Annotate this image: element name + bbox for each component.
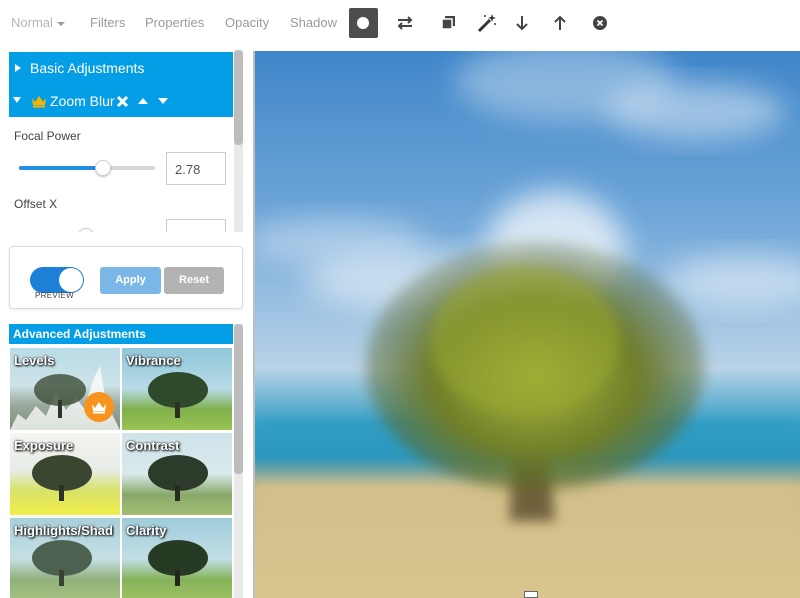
thumbnail-label: Exposure: [14, 438, 74, 453]
focal-power-fill: [19, 166, 103, 170]
close-circle-icon[interactable]: [588, 11, 612, 35]
crown-icon: [92, 402, 106, 414]
vibrance-thumbnail[interactable]: Vibrance: [122, 348, 232, 430]
thumbnail-label: Highlights/Shad: [14, 523, 113, 538]
move-down-icon[interactable]: [158, 98, 168, 104]
advanced-adjustments-header: Advanced Adjustments: [9, 324, 233, 344]
opacity-tab[interactable]: Opacity: [225, 15, 269, 30]
thumbnail-label: Levels: [14, 353, 55, 368]
shadow-tab[interactable]: Shadow: [290, 15, 337, 30]
thumbnails-scrollbar[interactable]: [234, 324, 243, 598]
duplicate-icon[interactable]: [437, 11, 461, 35]
caret-right-icon: [15, 64, 21, 72]
canvas-photo: [255, 51, 800, 598]
preview-label: PREVIEW: [35, 291, 74, 300]
properties-tab[interactable]: Properties: [145, 15, 204, 30]
top-toolbar: Normal Filters Properties Opacity Shadow: [0, 0, 800, 46]
focal-power-handle[interactable]: [95, 160, 111, 176]
canvas-resize-handle[interactable]: [524, 591, 538, 598]
circle-tool-icon[interactable]: [349, 8, 378, 38]
arrow-up-icon[interactable]: [548, 11, 572, 35]
filters-scrollbar-thumb[interactable]: [234, 50, 243, 145]
arrow-down-icon[interactable]: [510, 11, 534, 35]
clarity-thumbnail[interactable]: Clarity: [122, 518, 232, 598]
zoom-blur-header[interactable]: Zoom Blur: [9, 85, 233, 117]
remove-icon[interactable]: [116, 95, 129, 108]
filters-scrollbar[interactable]: [234, 50, 243, 232]
thumbnail-label: Vibrance: [126, 353, 181, 368]
caret-down-icon: [13, 97, 21, 103]
move-up-icon[interactable]: [138, 98, 148, 104]
preview-toggle[interactable]: [30, 267, 84, 293]
contrast-thumbnail[interactable]: Contrast: [122, 433, 232, 515]
focal-power-slider[interactable]: [19, 166, 155, 170]
offset-x-label: Offset X: [14, 197, 58, 211]
offset-x-handle[interactable]: [78, 228, 94, 232]
basic-adjustments-header[interactable]: Basic Adjustments: [9, 52, 233, 85]
magic-wand-icon[interactable]: [475, 11, 499, 35]
editor-app: Normal Filters Properties Opacity Shadow: [0, 0, 800, 598]
basic-adjustments-label: Basic Adjustments: [30, 60, 145, 76]
zoom-blur-label: Zoom Blur: [50, 93, 115, 109]
apply-button[interactable]: Apply: [100, 267, 161, 294]
levels-thumbnail[interactable]: Levels: [10, 348, 120, 430]
thumbnail-label: Clarity: [126, 523, 167, 538]
blend-mode-dropdown[interactable]: Normal: [11, 15, 65, 30]
offset-x-field[interactable]: [166, 219, 226, 232]
crown-icon: [32, 96, 46, 108]
offset-x-row: [0, 218, 233, 232]
chevron-down-icon: [56, 21, 65, 26]
blend-mode-label: Normal: [11, 15, 53, 30]
image-canvas[interactable]: [255, 51, 800, 598]
reset-button[interactable]: Reset: [164, 267, 224, 294]
preview-toggle-knob: [59, 268, 83, 292]
thumbnail-label: Contrast: [126, 438, 180, 453]
filters-tab[interactable]: Filters: [90, 15, 125, 30]
thumbnails-scrollbar-thumb[interactable]: [234, 324, 243, 474]
preview-controls: PREVIEW Apply Reset: [9, 246, 243, 309]
highlights-shadows-thumbnail[interactable]: Highlights/Shad: [10, 518, 120, 598]
exposure-thumbnail[interactable]: Exposure: [10, 433, 120, 515]
left-panel: Basic Adjustments Zoom Blur Focal Power …: [0, 46, 253, 598]
focal-power-field[interactable]: 2.78: [166, 152, 226, 185]
premium-badge: [84, 392, 114, 422]
swap-icon[interactable]: [393, 11, 417, 35]
focal-power-label: Focal Power: [14, 129, 81, 143]
